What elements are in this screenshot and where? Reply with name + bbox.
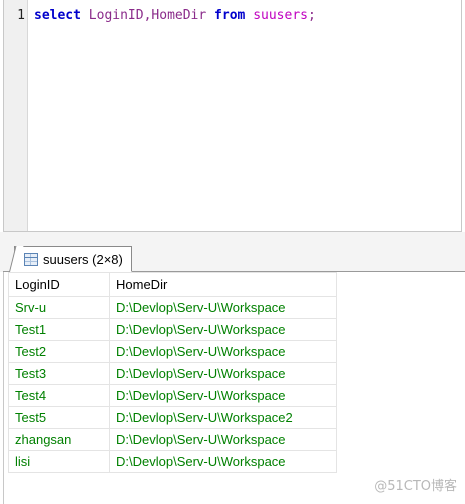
table-row[interactable]: Test1 D:\Devlop\Serv-U\Workspace (8, 318, 337, 341)
cell-homedir[interactable]: D:\Devlop\Serv-U\Workspace (109, 362, 337, 385)
result-tab[interactable]: suusers (2×8) (14, 246, 132, 272)
table-row[interactable]: Test3 D:\Devlop\Serv-U\Workspace (8, 362, 337, 385)
table-name: suusers (253, 8, 308, 23)
code-line[interactable]: select LoginID,HomeDir from suusers; (34, 8, 316, 23)
sql-editor[interactable]: 1 select LoginID,HomeDir from suusers; (3, 0, 462, 232)
keyword-select: select (34, 8, 81, 23)
result-grid: LoginID HomeDir Srv-u D:\Devlop\Serv-U\Wo… (8, 272, 337, 473)
column-header-loginid[interactable]: LoginID (8, 272, 110, 297)
semicolon: ; (307, 8, 316, 23)
table-row[interactable]: Srv-u D:\Devlop\Serv-U\Workspace (8, 296, 337, 319)
cell-homedir[interactable]: D:\Devlop\Serv-U\Workspace (109, 340, 337, 363)
cell-homedir[interactable]: D:\Devlop\Serv-U\Workspace2 (109, 406, 337, 429)
cell-homedir[interactable]: D:\Devlop\Serv-U\Workspace (109, 318, 337, 341)
column-loginid: LoginID (88, 8, 144, 23)
keyword-from: from (214, 8, 246, 23)
cell-homedir[interactable]: D:\Devlop\Serv-U\Workspace (109, 384, 337, 407)
cell-homedir[interactable]: D:\Devlop\Serv-U\Workspace (109, 428, 337, 451)
table-row[interactable]: zhangsan D:\Devlop\Serv-U\Workspace (8, 428, 337, 451)
cell-loginid[interactable]: lisi (8, 450, 110, 473)
cell-loginid[interactable]: zhangsan (8, 428, 110, 451)
line-gutter: 1 (4, 0, 28, 231)
cell-loginid[interactable]: Test1 (8, 318, 110, 341)
cell-loginid[interactable]: Test5 (8, 406, 110, 429)
table-row[interactable]: Test2 D:\Devlop\Serv-U\Workspace (8, 340, 337, 363)
watermark: @51CTO博客 (374, 479, 457, 494)
cell-homedir[interactable]: D:\Devlop\Serv-U\Workspace (109, 296, 337, 319)
table-row[interactable]: Test4 D:\Devlop\Serv-U\Workspace (8, 384, 337, 407)
cell-homedir[interactable]: D:\Devlop\Serv-U\Workspace (109, 450, 337, 473)
header-row: LoginID HomeDir (8, 272, 337, 297)
cell-loginid[interactable]: Test4 (8, 384, 110, 407)
table-row[interactable]: lisi D:\Devlop\Serv-U\Workspace (8, 450, 337, 473)
cell-loginid[interactable]: Test3 (8, 362, 110, 385)
cell-loginid[interactable]: Test2 (8, 340, 110, 363)
column-header-homedir[interactable]: HomeDir (109, 272, 337, 297)
result-grid-area: LoginID HomeDir Srv-u D:\Devlop\Serv-U\Wo… (3, 272, 465, 504)
table-row[interactable]: Test5 D:\Devlop\Serv-U\Workspace2 (8, 406, 337, 429)
result-tab-strip: suusers (2×8) (0, 240, 465, 272)
cell-loginid[interactable]: Srv-u (8, 296, 110, 319)
line-number: 1 (17, 8, 25, 23)
result-tab-label: suusers (2×8) (43, 251, 123, 267)
column-homedir: HomeDir (151, 8, 207, 23)
table-icon (24, 252, 38, 266)
